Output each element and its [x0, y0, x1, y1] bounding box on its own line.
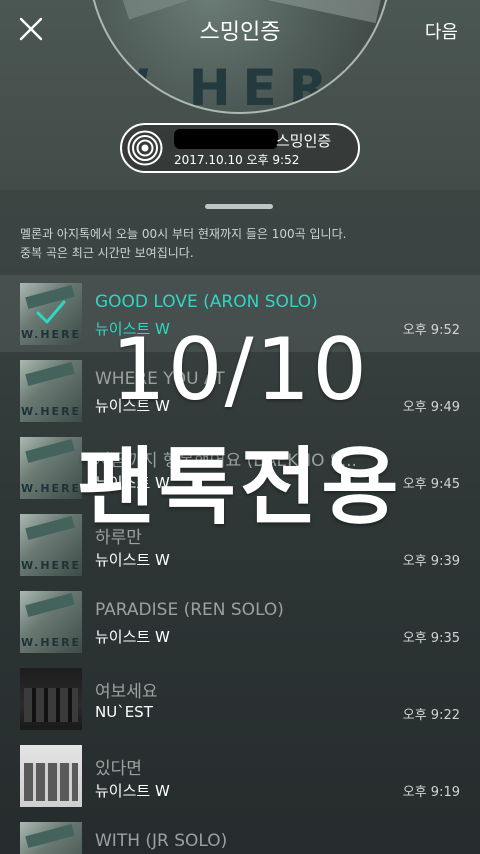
album-thumbnail-shape	[25, 592, 75, 618]
album-thumbnail	[20, 668, 82, 730]
song-title: PARADISE (REN SOLO)	[95, 600, 284, 620]
song-artist: NU`EST	[95, 703, 153, 721]
song-title: 있다면	[95, 759, 142, 779]
song-row[interactable]: W.HERE PARADISE (REN SOLO) 뉴이스트 W 오후 9:35	[0, 583, 480, 660]
certification-label: 스밍인증	[276, 132, 332, 150]
song-played-time: 오후 9:19	[402, 785, 460, 800]
song-artist: 뉴이스트 W	[95, 551, 170, 569]
album-art-word: W.HERE	[94, 59, 386, 114]
song-title: GOOD LOVE (ARON SOLO)	[95, 292, 318, 312]
song-artist: 뉴이스트 W	[95, 628, 170, 646]
album-thumbnail-word: W.HERE	[20, 636, 82, 649]
overlay-caption-text: 팬톡전용	[77, 438, 403, 536]
song-artist: 뉴이스트 W	[95, 782, 170, 800]
album-thumbnail-figures	[24, 763, 78, 801]
drag-handle[interactable]	[205, 204, 273, 209]
page-title: 스밍인증	[199, 20, 281, 45]
album-thumbnail: W.HERE	[20, 822, 82, 854]
album-thumbnail-shape	[25, 823, 75, 849]
certification-datetime: 2017.10.10 오후 9:52	[174, 153, 300, 167]
song-played-time: 오후 9:39	[402, 554, 460, 569]
notice-line: 중복 곡은 최근 시간만 보여집니다.	[20, 246, 194, 260]
header-area: W.HERE 스밍인증 다음 스밍인증 2017.10.10 오후 9:52	[0, 0, 480, 190]
next-button[interactable]: 다음	[425, 18, 458, 44]
song-title: 여보세요	[95, 682, 158, 702]
notice-line: 멜론과 아지톡에서 오늘 00시 부터 현재까지 들은 100곡 입니다.	[20, 227, 347, 241]
song-played-time: 오후 9:35	[402, 631, 460, 646]
certification-badge: 스밍인증 2017.10.10 오후 9:52	[120, 123, 360, 173]
overlay-count-text: 10/10	[111, 320, 369, 420]
redacted-name	[174, 129, 278, 149]
song-title: WITH (JR SOLO)	[95, 831, 228, 851]
song-row[interactable]: W.HERE WITH (JR SOLO)	[0, 814, 480, 854]
album-thumbnail-figures	[24, 688, 78, 722]
album-thumbnail	[20, 745, 82, 807]
album-thumbnail: W.HERE	[20, 591, 82, 653]
song-row[interactable]: 있다면뉴이스트 W 오후 9:19	[0, 737, 480, 814]
album-thumbnail-word: W.HERE	[20, 559, 82, 572]
notice-text: 멜론과 아지톡에서 오늘 00시 부터 현재까지 들은 100곡 입니다. 중복…	[20, 225, 470, 263]
disc-icon	[127, 130, 163, 166]
song-row[interactable]: 여보세요 NU`EST 오후 9:22	[0, 660, 480, 737]
song-played-time: 오후 9:22	[402, 708, 460, 723]
close-icon[interactable]	[18, 16, 44, 42]
